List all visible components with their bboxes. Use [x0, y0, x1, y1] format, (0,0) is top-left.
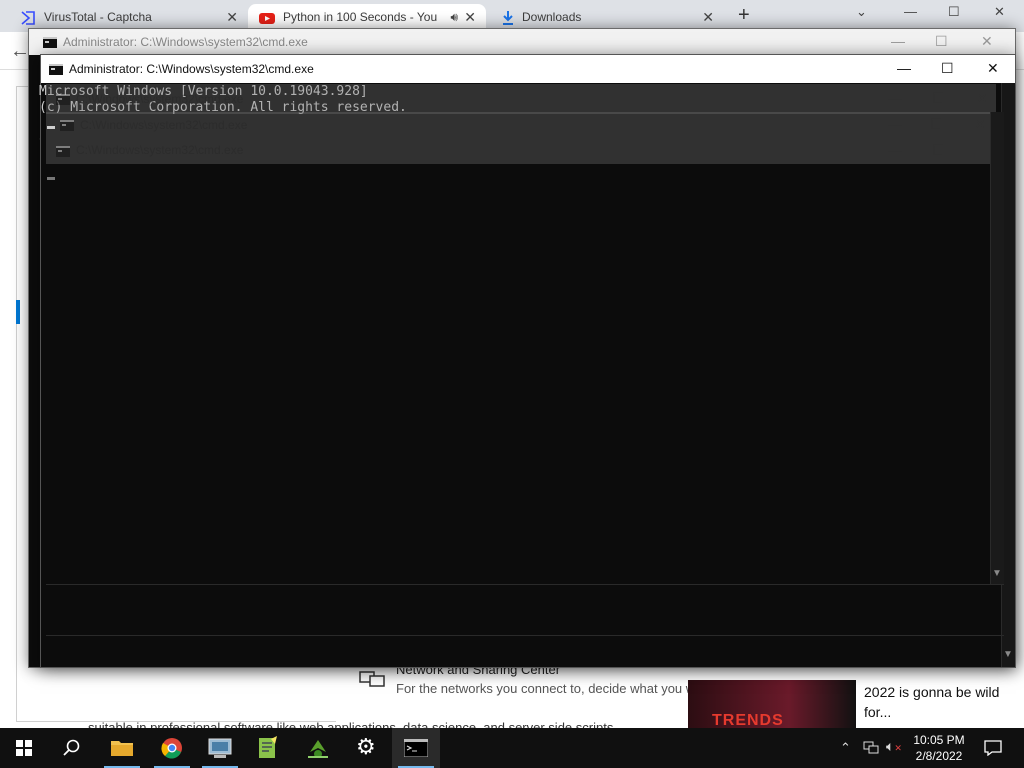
notepad-plus-plus-button[interactable] — [244, 728, 292, 768]
back-arrow-icon[interactable]: ← — [10, 40, 30, 63]
virustotal-icon — [21, 11, 35, 25]
news-thumb-text: TRENDS — [712, 712, 784, 728]
control-panel-icon — [208, 738, 232, 758]
console-pane-divider — [46, 584, 1004, 636]
volume-muted-icon[interactable]: 🔈︎✕ — [886, 738, 902, 755]
network-icon[interactable] — [863, 741, 879, 755]
ghost-title: C:\Windows\system32\cmd.exe — [80, 118, 248, 132]
search-icon — [63, 739, 80, 756]
console-icon — [404, 739, 428, 757]
tab-label: VirusTotal - Captcha — [44, 10, 152, 24]
ghost-window-titlebar[interactable]: C:\Windows\system32\cmd.exe — ☐ ✕ — [46, 84, 996, 114]
minimize-icon[interactable]: — — [904, 4, 917, 19]
close-icon[interactable]: ✕ — [981, 33, 993, 50]
minimize-icon[interactable]: — — [888, 116, 902, 132]
new-tab-button[interactable]: + — [738, 4, 750, 27]
window-title: Administrator: C:\Windows\system32\cmd.e… — [69, 62, 314, 76]
maximize-icon[interactable]: ☐ — [932, 142, 945, 159]
console-icon — [49, 64, 63, 75]
clock-date: 2/8/2022 — [915, 749, 963, 763]
maximize-icon[interactable]: ☐ — [932, 90, 945, 107]
scroll-down-icon[interactable]: ▼ — [1003, 649, 1013, 660]
console-icon — [43, 37, 57, 48]
ghost-title: C:\Windows\system32\cmd.exe — [76, 143, 244, 157]
download-icon — [503, 11, 513, 25]
console-cursor — [47, 126, 55, 129]
maximize-icon[interactable]: ☐ — [935, 33, 948, 50]
window-title: Administrator: C:\Windows\system32\cmd.e… — [63, 35, 308, 49]
gear-icon: ⚙ — [356, 734, 376, 759]
close-icon[interactable]: ✕ — [987, 60, 999, 77]
search-button[interactable] — [48, 728, 96, 768]
close-icon[interactable]: ✕ — [976, 90, 988, 107]
python-idle-button[interactable] — [294, 728, 342, 768]
chevron-down-icon[interactable]: ⌄ — [856, 4, 867, 20]
network-icon — [359, 671, 385, 687]
start-button[interactable] — [0, 728, 48, 768]
tab-label: Downloads — [522, 10, 582, 24]
minimize-icon[interactable]: — — [888, 90, 902, 106]
scroll-down-icon[interactable]: ▼ — [992, 568, 1002, 579]
settings-button[interactable]: ⚙ — [344, 728, 392, 768]
chevron-up-icon[interactable]: ⌃ — [840, 740, 851, 756]
console-icon — [56, 94, 70, 105]
minimize-icon[interactable]: — — [888, 142, 902, 158]
ghost-window-titlebar[interactable]: C:\Windows\system32\cmd.exe — ☐ — [46, 138, 990, 164]
file-explorer-button[interactable] — [98, 728, 146, 768]
console-icon — [60, 120, 74, 131]
ghost-window-titlebar[interactable]: C:\Windows\system32\cmd.exe — ☐ ✕ — [46, 112, 990, 138]
tab-label: Python in 100 Seconds - You — [283, 10, 438, 24]
title-bar[interactable]: Administrator: C:\Windows\system32\cmd.e… — [41, 55, 1015, 83]
minimize-icon[interactable]: — — [897, 60, 911, 76]
python-idle-icon — [308, 740, 328, 758]
notification-icon[interactable] — [984, 740, 1002, 756]
console-icon — [56, 146, 70, 157]
close-tab-icon[interactable]: ✕ — [226, 4, 238, 30]
news-headline[interactable]: 2022 is gonna be wild for... — [864, 682, 1014, 722]
scrollbar[interactable]: ▼ — [990, 112, 1004, 584]
console-cursor — [47, 177, 55, 180]
title-bar[interactable]: Administrator: C:\Windows\system32\cmd.e… — [29, 29, 1015, 55]
minimize-icon[interactable]: — — [891, 33, 905, 49]
notepad-plus-plus-icon — [259, 736, 277, 758]
chrome-icon — [161, 738, 182, 759]
news-thumbnail[interactable]: TRENDS — [688, 680, 856, 728]
maximize-icon[interactable]: ☐ — [930, 116, 943, 133]
maximize-icon[interactable]: ☐ — [941, 60, 954, 77]
speaker-icon[interactable]: 🔊︎ — [450, 4, 458, 30]
selected-nav-indicator — [16, 300, 20, 324]
close-icon[interactable]: ✕ — [974, 116, 986, 133]
folder-icon — [111, 741, 133, 756]
close-tab-icon[interactable]: ✕ — [464, 4, 476, 30]
youtube-icon — [259, 13, 275, 24]
windows-logo-icon — [16, 740, 32, 756]
close-tab-icon[interactable]: ✕ — [702, 4, 714, 30]
command-prompt-button[interactable] — [392, 728, 440, 768]
maximize-icon[interactable]: ☐ — [948, 4, 960, 20]
clock-time: 10:05 PM — [913, 733, 965, 747]
ghost-title: C:\Windows\system32\cmd.exe — [76, 92, 244, 106]
taskbar: ⚙ ⌃ 🔈︎✕ 10:05 PM 2/8/2022 — [0, 728, 1024, 768]
control-panel-button[interactable] — [196, 728, 244, 768]
chrome-button[interactable] — [148, 728, 196, 768]
close-icon[interactable]: ✕ — [994, 4, 1005, 20]
system-clock[interactable]: 10:05 PM 2/8/2022 — [904, 732, 974, 764]
